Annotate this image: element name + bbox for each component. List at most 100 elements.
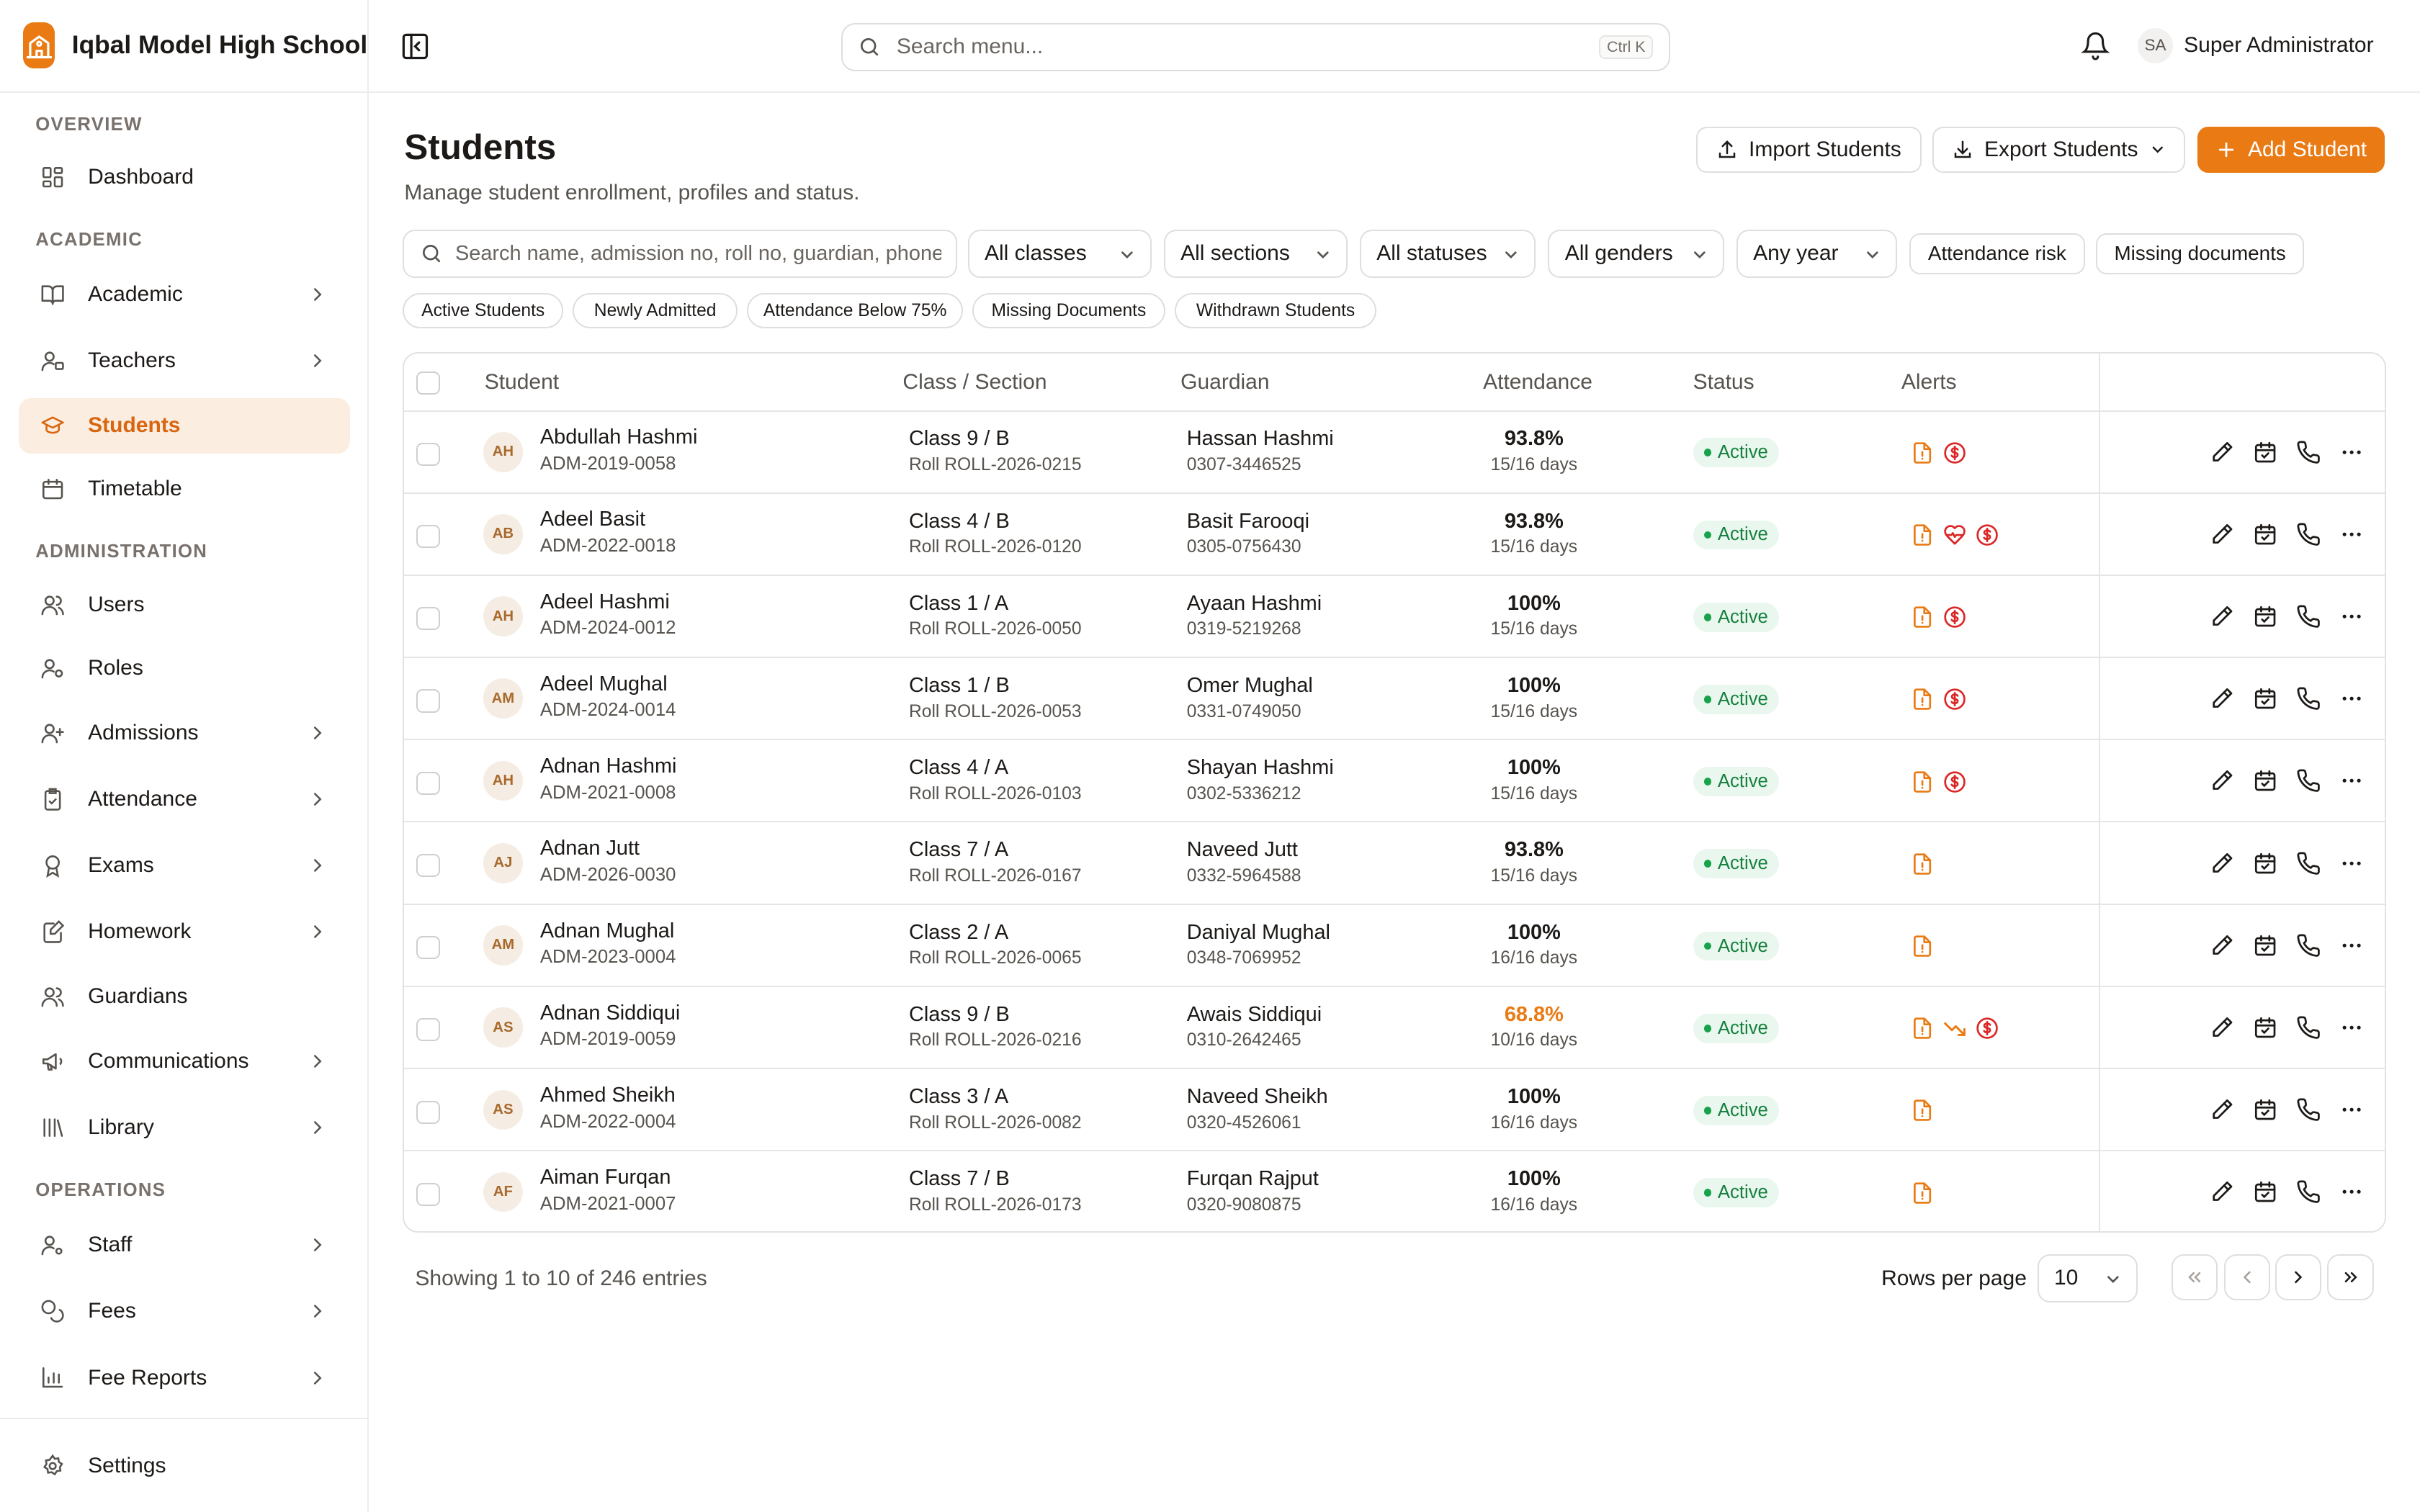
sidebar-item-fees[interactable]: Fees: [19, 1284, 351, 1339]
user-menu[interactable]: SA Super Administrator: [2137, 27, 2374, 63]
rows-per-page-select[interactable]: 10: [2037, 1254, 2138, 1302]
student-search[interactable]: [403, 230, 957, 278]
column-status[interactable]: Status: [1693, 370, 1754, 395]
export-students-button[interactable]: Export Students: [1932, 126, 2186, 173]
column-guardian[interactable]: Guardian: [1180, 370, 1269, 395]
more-options-icon[interactable]: [2339, 1015, 2364, 1040]
menu-search-input[interactable]: [896, 35, 1576, 60]
sidebar-item-communications[interactable]: Communications: [19, 1034, 351, 1089]
row-checkbox[interactable]: [416, 525, 440, 549]
document-alert-icon[interactable]: [1911, 852, 1934, 876]
attendance-trend-icon[interactable]: [1943, 1017, 1966, 1040]
edit-icon[interactable]: [2210, 440, 2234, 464]
phone-icon[interactable]: [2296, 1097, 2321, 1122]
sidebar-item-timetable[interactable]: Timetable: [19, 462, 351, 517]
edit-icon[interactable]: [2210, 522, 2234, 546]
phone-icon[interactable]: [2296, 1015, 2321, 1040]
missing-documents-toggle[interactable]: Missing documents: [2096, 233, 2305, 275]
table-row[interactable]: AH Abdullah Hashmi ADM-2019-0058 Class 9 / …: [404, 412, 2385, 494]
document-alert-icon[interactable]: [1911, 935, 1934, 958]
fee-due-icon[interactable]: [1943, 688, 1966, 711]
quick-filter-missing-documents[interactable]: Missing Documents: [972, 293, 1165, 329]
gender-filter[interactable]: All genders: [1548, 230, 1724, 278]
sidebar-item-attendance[interactable]: Attendance: [19, 771, 351, 827]
next-page-button[interactable]: [2275, 1254, 2321, 1301]
row-checkbox[interactable]: [416, 689, 440, 713]
edit-icon[interactable]: [2210, 604, 2234, 629]
fee-due-icon[interactable]: [1976, 523, 1999, 546]
row-checkbox[interactable]: [416, 1100, 440, 1124]
import-students-button[interactable]: Import Students: [1696, 126, 1922, 173]
table-row[interactable]: AS Ahmed Sheikh ADM-2022-0004 Class 3 / A Ro…: [404, 1070, 2385, 1152]
more-options-icon[interactable]: [2339, 522, 2364, 546]
menu-search[interactable]: Ctrl K: [841, 23, 1670, 71]
calendar-check-icon[interactable]: [2253, 1097, 2277, 1122]
row-checkbox[interactable]: [416, 607, 440, 631]
section-filter[interactable]: All sections: [1163, 230, 1348, 278]
phone-icon[interactable]: [2296, 604, 2321, 629]
phone-icon[interactable]: [2296, 522, 2321, 546]
select-all-checkbox[interactable]: [416, 372, 440, 395]
table-row[interactable]: AM Adeel Mughal ADM-2024-0014 Class 1 / B Ro…: [404, 659, 2385, 741]
document-alert-icon[interactable]: [1911, 441, 1934, 464]
sidebar-item-users[interactable]: Users: [19, 577, 351, 632]
edit-icon[interactable]: [2210, 851, 2234, 876]
sidebar-item-roles[interactable]: Roles: [19, 640, 351, 696]
more-options-icon[interactable]: [2339, 686, 2364, 711]
phone-icon[interactable]: [2296, 851, 2321, 876]
quick-filter-active[interactable]: Active Students: [403, 293, 564, 329]
phone-icon[interactable]: [2296, 1179, 2321, 1204]
quick-filter-attendance-below[interactable]: Attendance Below 75%: [747, 293, 964, 329]
fee-due-icon[interactable]: [1943, 441, 1966, 464]
sidebar-item-students[interactable]: Students: [18, 397, 351, 454]
student-name[interactable]: Adeel Basit: [540, 508, 645, 531]
sidebar-item-staff[interactable]: Staff: [19, 1218, 351, 1273]
row-checkbox[interactable]: [416, 936, 440, 960]
more-options-icon[interactable]: [2339, 1097, 2364, 1122]
document-alert-icon[interactable]: [1911, 1017, 1934, 1040]
student-name[interactable]: Adeel Hashmi: [540, 590, 670, 614]
phone-icon[interactable]: [2296, 686, 2321, 711]
calendar-check-icon[interactable]: [2253, 851, 2277, 876]
sidebar-item-library[interactable]: Library: [19, 1100, 351, 1156]
row-checkbox[interactable]: [416, 771, 440, 795]
edit-icon[interactable]: [2210, 686, 2234, 711]
column-attendance[interactable]: Attendance: [1483, 370, 1592, 395]
phone-icon[interactable]: [2296, 933, 2321, 958]
calendar-check-icon[interactable]: [2253, 1015, 2277, 1040]
document-alert-icon[interactable]: [1911, 770, 1934, 793]
bell-icon[interactable]: [2080, 31, 2110, 60]
row-checkbox[interactable]: [416, 1182, 440, 1206]
calendar-check-icon[interactable]: [2253, 604, 2277, 629]
edit-icon[interactable]: [2210, 768, 2234, 793]
table-row[interactable]: AH Adeel Hashmi ADM-2024-0012 Class 1 / A Ro…: [404, 576, 2385, 658]
document-alert-icon[interactable]: [1911, 688, 1934, 711]
row-checkbox[interactable]: [416, 442, 440, 466]
student-name[interactable]: Adnan Hashmi: [540, 755, 677, 778]
document-alert-icon[interactable]: [1911, 523, 1934, 546]
row-checkbox[interactable]: [416, 1018, 440, 1042]
more-options-icon[interactable]: [2339, 440, 2364, 464]
phone-icon[interactable]: [2296, 768, 2321, 793]
sidebar-item-settings[interactable]: Settings: [19, 1438, 351, 1493]
table-row[interactable]: AF Aiman Furqan ADM-2021-0007 Class 7 / B Ro…: [404, 1152, 2385, 1231]
student-name[interactable]: Adnan Mughal: [540, 919, 674, 943]
quick-filter-withdrawn[interactable]: Withdrawn Students: [1174, 293, 1377, 329]
sidebar-toggle-icon[interactable]: [400, 31, 431, 62]
document-alert-icon[interactable]: [1911, 1099, 1934, 1122]
more-options-icon[interactable]: [2339, 933, 2364, 958]
column-student[interactable]: Student: [485, 370, 559, 395]
column-class-section[interactable]: Class / Section: [902, 370, 1047, 395]
fee-due-icon[interactable]: [1943, 606, 1966, 629]
student-name[interactable]: Adnan Jutt: [540, 837, 640, 860]
status-filter[interactable]: All statuses: [1359, 230, 1536, 278]
add-student-button[interactable]: Add Student: [2197, 126, 2385, 173]
student-name[interactable]: Abdullah Hashmi: [540, 426, 698, 449]
table-row[interactable]: AM Adnan Mughal ADM-2023-0004 Class 2 / A Ro…: [404, 905, 2385, 987]
edit-icon[interactable]: [2210, 1015, 2234, 1040]
table-row[interactable]: AJ Adnan Jutt ADM-2026-0030 Class 7 / A Roll…: [404, 823, 2385, 905]
table-row[interactable]: AH Adnan Hashmi ADM-2021-0008 Class 4 / A Ro…: [404, 741, 2385, 823]
sidebar-item-fee-reports[interactable]: Fee Reports: [19, 1350, 351, 1405]
edit-icon[interactable]: [2210, 1097, 2234, 1122]
edit-icon[interactable]: [2210, 1179, 2234, 1204]
